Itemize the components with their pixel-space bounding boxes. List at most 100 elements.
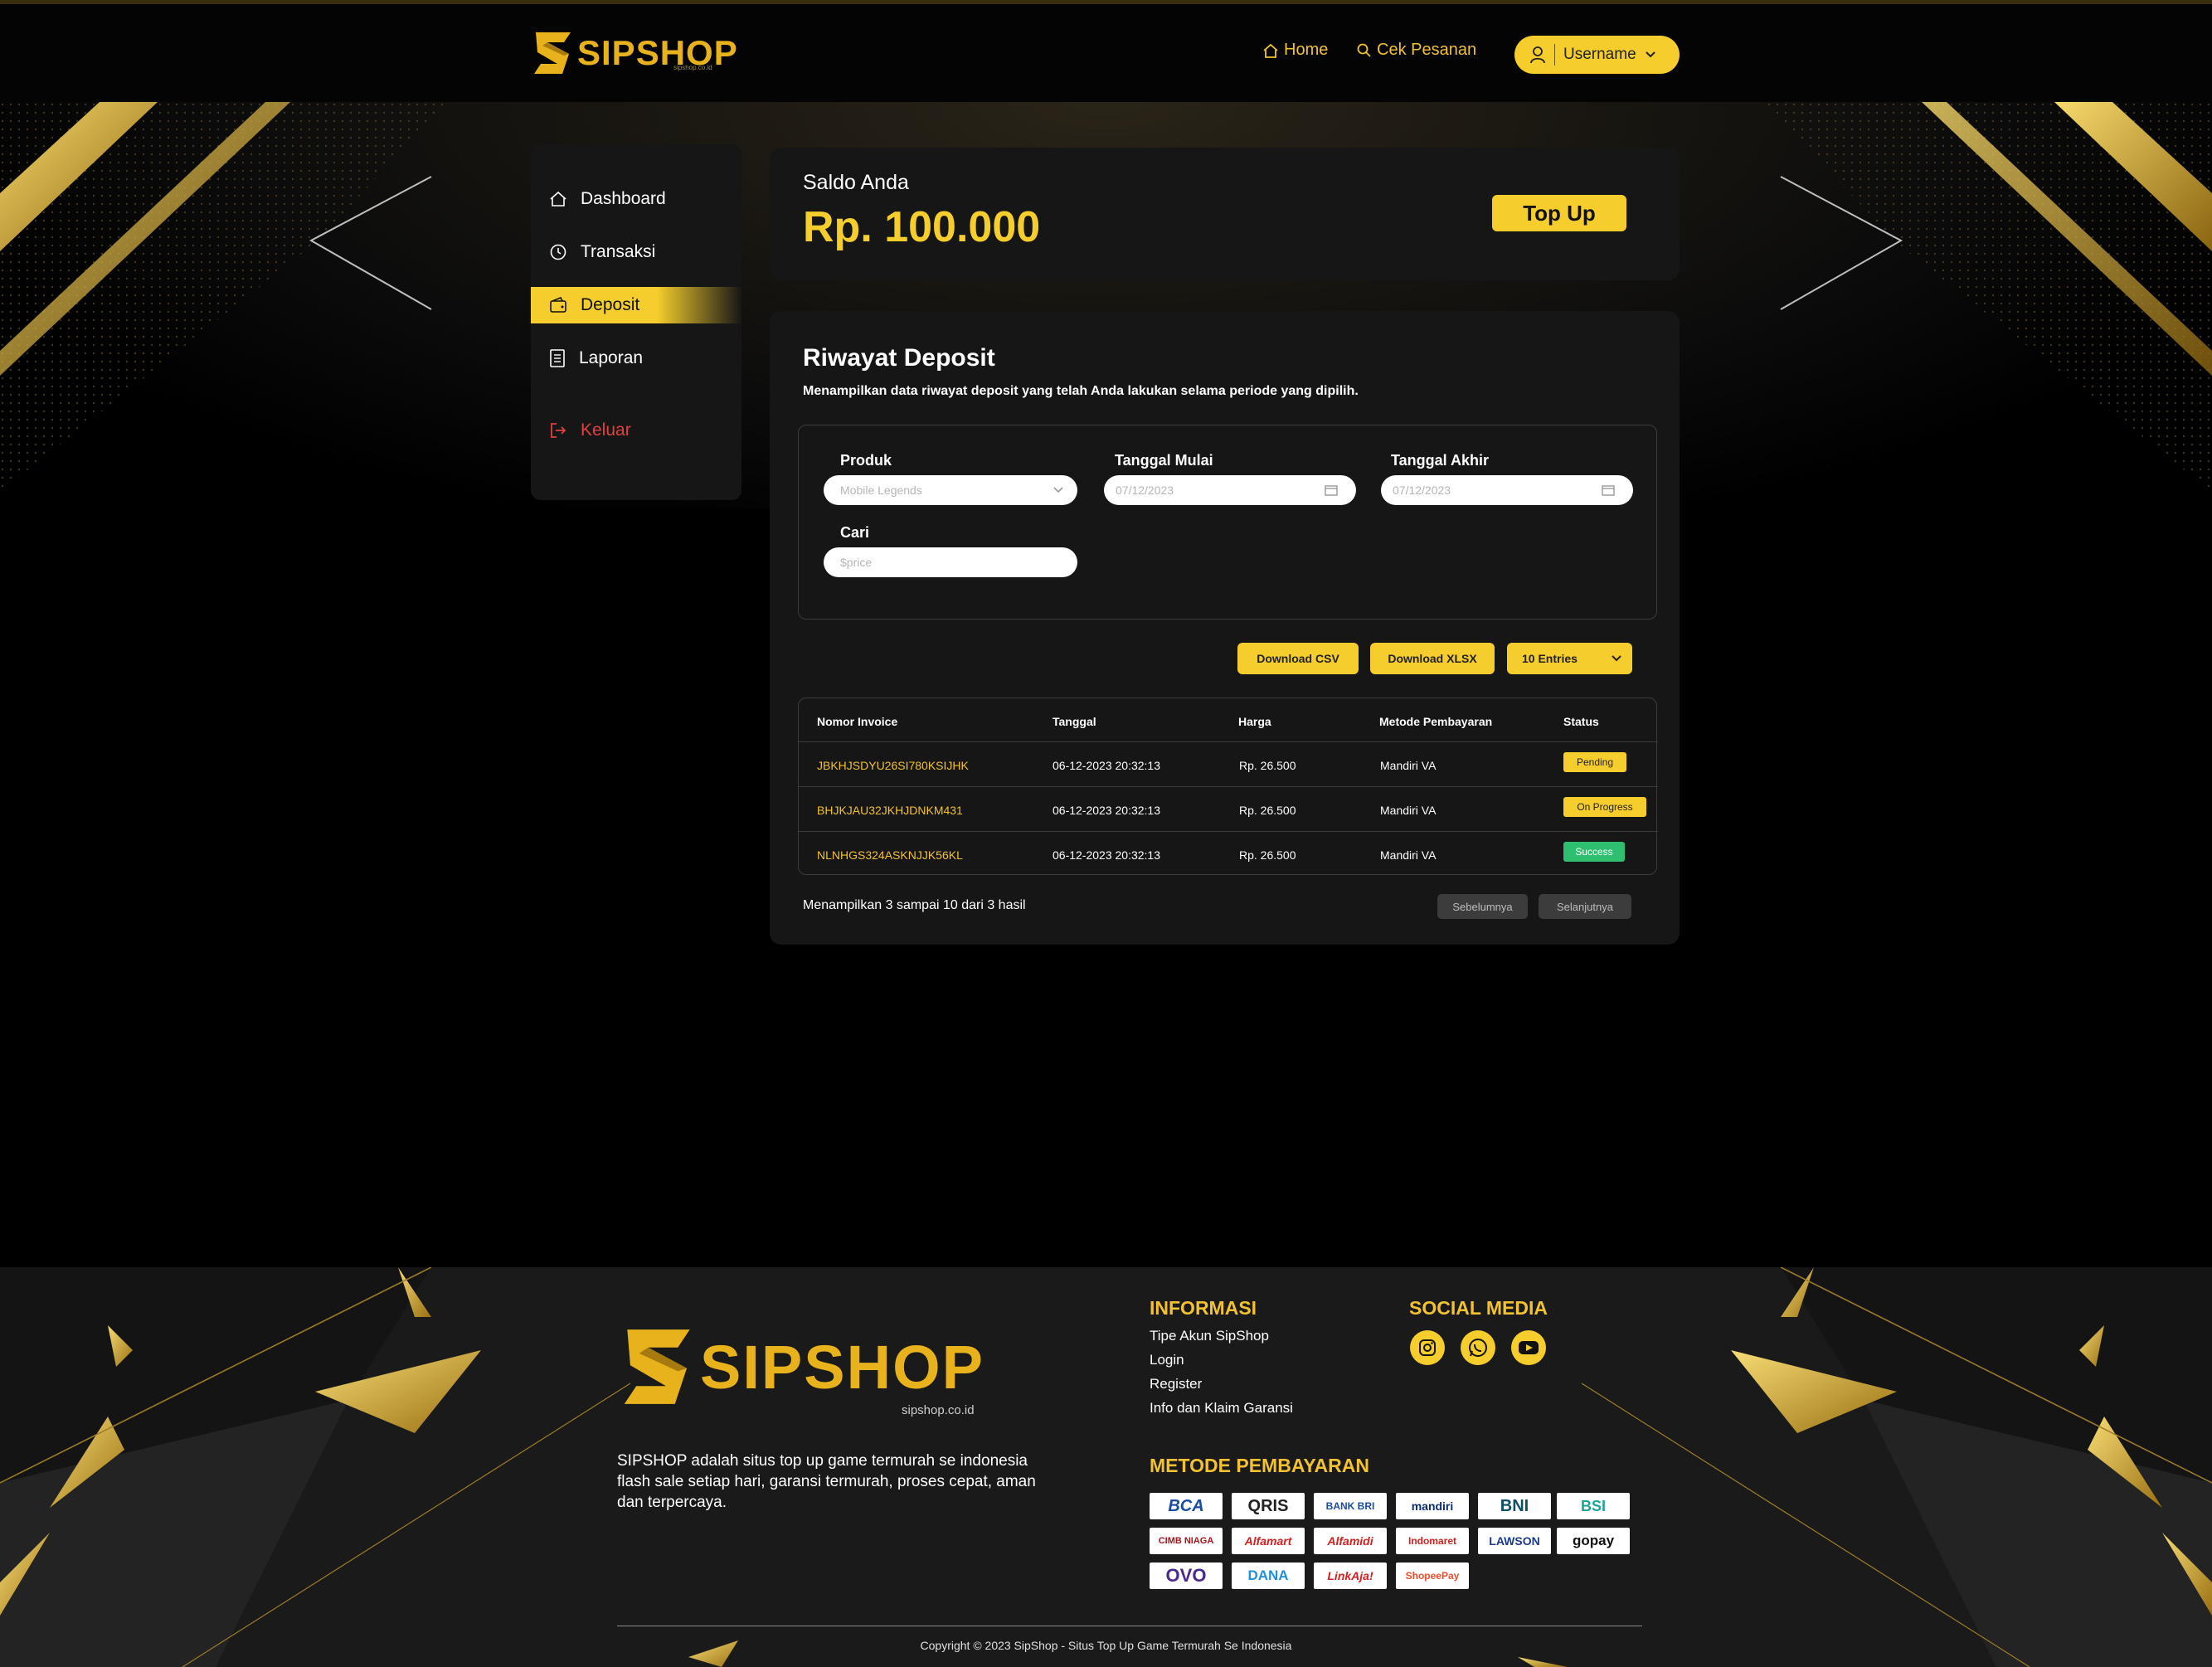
row-method: Mandiri VA — [1380, 848, 1437, 862]
invoice-number[interactable]: BHJKJAU32JKHJDNKM431 — [817, 804, 963, 817]
instagram-icon[interactable] — [1410, 1330, 1445, 1365]
search-icon — [1357, 43, 1371, 57]
calendar-icon — [1602, 485, 1615, 496]
download-xlsx-button[interactable]: Download XLSX — [1370, 643, 1495, 674]
payment-logo: Alfamart — [1232, 1528, 1305, 1554]
chevron-down-icon — [1645, 51, 1655, 58]
sipshop-logo-icon — [624, 1329, 690, 1404]
footer-link[interactable]: Info dan Klaim Garansi — [1150, 1400, 1293, 1417]
start-date-input[interactable]: 07/12/2023 — [1104, 475, 1356, 505]
entries-select-value: 10 Entries — [1522, 652, 1578, 665]
entries-select[interactable]: 10 Entries — [1507, 643, 1632, 674]
nav-home-label: Home — [1284, 41, 1329, 59]
sidebar-item-laporan[interactable]: Laporan — [531, 340, 741, 377]
table-row[interactable]: JBKHJSDYU26SI780KSIJHK 06-12-2023 20:32:… — [799, 741, 1658, 786]
row-method: Mandiri VA — [1380, 759, 1437, 772]
page-title: Riwayat Deposit — [803, 344, 995, 372]
payment-logo: BANK BRI — [1314, 1493, 1387, 1519]
wallet-icon — [550, 297, 566, 313]
pagination-summary: Menampilkan 3 sampai 10 dari 3 hasil — [803, 898, 1026, 912]
payment-logo: BCA — [1150, 1493, 1223, 1519]
sidebar-item-label: Keluar — [581, 420, 631, 440]
topup-button[interactable]: Top Up — [1492, 195, 1626, 231]
footer-link[interactable]: Register — [1150, 1376, 1202, 1392]
download-csv-button[interactable]: Download CSV — [1237, 643, 1359, 674]
page-subtitle: Menampilkan data riwayat deposit yang te… — [803, 384, 1359, 398]
invoice-number[interactable]: JBKHJSDYU26SI780KSIJHK — [817, 759, 969, 772]
search-input-placeholder: $price — [840, 556, 873, 569]
footer: SIPSHOP sipshop.co.id SIPSHOP adalah sit… — [0, 1267, 2212, 1667]
product-select-value: Mobile Legends — [840, 484, 922, 497]
payment-logo: gopay — [1557, 1528, 1630, 1554]
end-date-label: Tanggal Akhir — [1391, 452, 1490, 469]
logout-icon — [551, 423, 566, 438]
sidebar-item-label: Laporan — [579, 348, 644, 367]
status-badge: On Progress — [1563, 797, 1646, 817]
footer-domain: sipshop.co.id — [902, 1403, 975, 1417]
sidebar: Dashboard Transaksi Deposit Laporan Kelu… — [531, 144, 741, 500]
pagination-next-button[interactable]: Selanjutnya — [1539, 894, 1631, 919]
start-date-label: Tanggal Mulai — [1115, 452, 1213, 469]
report-icon — [550, 349, 565, 367]
whatsapp-icon[interactable] — [1461, 1330, 1495, 1365]
footer-logo: SIPSHOP — [617, 1324, 984, 1410]
end-date-input[interactable]: 07/12/2023 — [1381, 475, 1633, 505]
payment-logo: DANA — [1232, 1563, 1305, 1589]
user-icon — [1530, 46, 1545, 64]
sidebar-item-label: Deposit — [581, 295, 640, 314]
column-header: Metode Pembayaran — [1379, 715, 1493, 728]
column-header: Harga — [1238, 715, 1271, 728]
footer-link[interactable]: Login — [1150, 1352, 1184, 1368]
nav-cek-pesanan-label: Cek Pesanan — [1377, 41, 1477, 59]
payment-logo: ShopeePay — [1396, 1563, 1469, 1589]
sipshop-logo-icon — [534, 32, 571, 74]
footer-info-title: INFORMASI — [1150, 1297, 1257, 1319]
row-method: Mandiri VA — [1380, 804, 1437, 817]
payment-logo: Indomaret — [1396, 1528, 1469, 1554]
footer-payment-title: METODE PEMBAYARAN — [1150, 1455, 1369, 1476]
payment-logo: BNI — [1478, 1493, 1551, 1519]
status-badge: Pending — [1563, 752, 1626, 772]
payment-logo: BSI — [1557, 1493, 1630, 1519]
footer-copyright: Copyright © 2023 SipShop - Situs Top Up … — [920, 1639, 1292, 1652]
footer-link[interactable]: Tipe Akun SipShop — [1150, 1328, 1269, 1344]
payment-logo: QRIS — [1232, 1493, 1305, 1519]
payment-logo: LAWSON — [1478, 1528, 1551, 1554]
sidebar-item-dashboard[interactable]: Dashboard — [531, 181, 741, 217]
pagination-prev-button[interactable]: Sebelumnya — [1437, 894, 1528, 919]
row-date: 06-12-2023 20:32:13 — [1053, 759, 1160, 772]
sidebar-item-transaksi[interactable]: Transaksi — [531, 234, 741, 270]
sidebar-item-keluar[interactable]: Keluar — [531, 412, 741, 449]
payment-logo: mandiri — [1396, 1493, 1469, 1519]
chevron-down-icon — [1612, 655, 1621, 662]
product-label: Produk — [840, 452, 892, 469]
nav-cek-pesanan[interactable]: Cek Pesanan — [1357, 41, 1476, 60]
table-row[interactable]: BHJKJAU32JKHJDNKM431 06-12-2023 20:32:13… — [799, 786, 1658, 831]
search-input[interactable]: $price — [824, 547, 1077, 577]
payment-logo: OVO — [1150, 1563, 1223, 1589]
column-header: Tanggal — [1053, 715, 1096, 728]
filter-panel: Produk Mobile Legends Tanggal Mulai 07/1… — [798, 425, 1657, 620]
invoice-number[interactable]: NLNHGS324ASKNJJK56KL — [817, 848, 963, 862]
column-header: Nomor Invoice — [817, 715, 898, 728]
start-date-value: 07/12/2023 — [1116, 484, 1174, 497]
user-menu-divider — [1554, 44, 1555, 66]
home-icon — [1263, 43, 1278, 58]
row-date: 06-12-2023 20:32:13 — [1053, 848, 1160, 862]
history-icon — [550, 244, 566, 260]
balance-card: Saldo Anda Rp. 100.000 Top Up — [770, 148, 1680, 280]
youtube-icon[interactable] — [1511, 1330, 1546, 1365]
nav-home[interactable]: Home — [1262, 41, 1328, 60]
search-label: Cari — [840, 524, 870, 541]
deposit-table: Nomor Invoice Tanggal Harga Metode Pemba… — [798, 697, 1658, 876]
table-row[interactable]: NLNHGS324ASKNJJK56KL 06-12-2023 20:32:13… — [799, 831, 1658, 876]
product-select[interactable]: Mobile Legends — [824, 475, 1077, 505]
chevron-down-icon — [1053, 487, 1063, 493]
footer-decoration — [0, 1267, 2212, 1667]
footer-social-title: SOCIAL MEDIA — [1409, 1297, 1548, 1319]
sidebar-item-deposit[interactable]: Deposit — [531, 287, 741, 323]
deposit-history-card: Riwayat Deposit Menampilkan data riwayat… — [770, 311, 1680, 945]
user-menu-label: Username — [1563, 46, 1636, 63]
row-date: 06-12-2023 20:32:13 — [1053, 804, 1160, 817]
user-menu-button[interactable]: Username — [1514, 36, 1680, 74]
